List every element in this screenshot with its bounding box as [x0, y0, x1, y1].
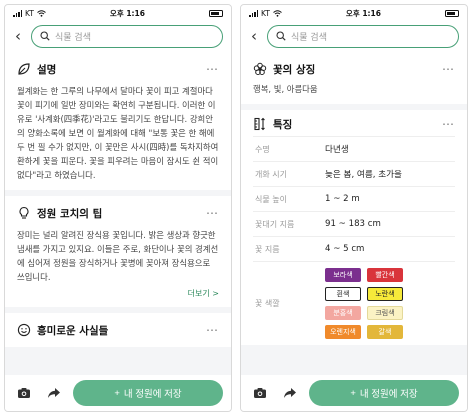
color-chip: 보라색 — [325, 268, 361, 282]
save-to-garden-button[interactable]: + 내 정원에 저장 — [73, 380, 223, 406]
search-input[interactable]: 식물 검색 — [267, 24, 459, 48]
clock: 오후 1:16 — [109, 9, 145, 18]
tips-text: 장미는 널리 알려진 장식용 꽃입니다. 밝은 생상과 향긋한 냄새를 가지고 … — [17, 230, 219, 282]
save-button-label: 내 정원에 저장 — [359, 389, 418, 400]
status-bar: KT 오후 1:16 — [5, 5, 231, 22]
facts-card: 흥미로운 사실들 ⋯ — [5, 313, 231, 347]
flower-icon — [253, 62, 267, 75]
color-chip: 갈색 — [367, 325, 403, 339]
color-chip: 노란색 — [367, 287, 403, 301]
ruler-icon — [254, 117, 265, 131]
tips-card: 정원 코치의 팁 ⋯ 장미는 널리 알려진 장식용 꽃입니다. 밝은 생상과 향… — [5, 196, 231, 307]
trait-key: 꽃 색깔 — [255, 299, 280, 308]
trait-row-colors: 꽃 색깔 보라색 빨간색흰색 노란색분홍색 크림색오렌지색 갈색 — [253, 261, 455, 345]
trait-value: 4 ~ 5 cm — [325, 244, 365, 254]
plus-icon: + — [114, 387, 120, 399]
content-scroll[interactable]: 설명 ⋯ 월계화는 한 그루의 나무에서 달마다 꽃이 피고 계절마다 꽃이 피… — [5, 50, 231, 375]
tips-title: 정원 코치의 팁 — [37, 207, 103, 220]
more-options-icon[interactable]: ⋯ — [442, 118, 455, 130]
trait-value: 늦은 봄, 여름, 초가을 — [325, 170, 402, 180]
save-button-label: 내 정원에 저장 — [123, 389, 182, 400]
traits-card: 특징 ⋯ 수명 다년생개화 시기 늦은 봄, 여름, 초가을식물 높이 1 ~ 2 m… — [241, 110, 467, 345]
color-chip: 분홍색 — [325, 306, 361, 320]
trait-key: 꽃 지름 — [255, 244, 280, 254]
signal-icon — [13, 10, 22, 17]
clock: 오후 1:16 — [345, 9, 381, 18]
trait-value: 1 ~ 2 m — [325, 194, 360, 204]
trait-value: 다년생 — [325, 145, 349, 155]
more-options-icon[interactable]: ⋯ — [442, 63, 455, 75]
save-to-garden-button[interactable]: + 내 정원에 저장 — [309, 380, 459, 406]
color-chip: 흰색 — [325, 287, 361, 301]
traits-table: 수명 다년생개화 시기 늦은 봄, 여름, 초가을식물 높이 1 ~ 2 m 꽃대기 지… — [253, 136, 455, 261]
more-options-icon[interactable]: ⋯ — [206, 207, 219, 219]
color-chip: 크림색 — [367, 306, 403, 320]
battery-icon — [209, 10, 223, 17]
bottom-bar: + 내 정원에 저장 — [241, 375, 467, 411]
more-options-icon[interactable]: ⋯ — [206, 324, 219, 336]
leaf-icon — [18, 63, 30, 75]
back-chevron-icon[interactable]: ‹ — [247, 28, 261, 44]
color-chip: 빨간색 — [367, 268, 403, 282]
bottom-bar: + 내 정원에 저장 — [5, 375, 231, 411]
description-text: 월계화는 한 그루의 나무에서 달마다 꽃이 피고 계절마다 꽃이 피기에 일반… — [17, 86, 219, 180]
search-placeholder: 식물 검색 — [55, 32, 91, 43]
trait-key: 식물 높이 — [255, 194, 287, 204]
top-bar: ‹ 식물 검색 — [241, 22, 467, 50]
facts-title: 흥미로운 사실들 — [37, 324, 109, 337]
share-icon[interactable] — [279, 382, 301, 404]
search-placeholder: 식물 검색 — [291, 32, 327, 43]
description-title: 설명 — [37, 63, 57, 76]
smiley-icon — [17, 323, 31, 337]
carrier-label: KT — [25, 9, 34, 18]
symbol-title: 꽃의 상징 — [273, 63, 316, 76]
trait-value: 91 ~ 183 cm — [325, 219, 381, 229]
phone-screen-right: KT 오후 1:16 ‹ 식물 검색 꽃의 상징 ⋯ 행복, 빛, 아름다움 특… — [240, 4, 468, 412]
camera-icon[interactable] — [249, 382, 271, 404]
description-card: 설명 ⋯ 월계화는 한 그루의 나무에서 달마다 꽃이 피고 계절마다 꽃이 피… — [5, 50, 231, 190]
phone-screen-left: KT 오후 1:16 ‹ 식물 검색 설명 ⋯ 월계화는 한 그루의 나무에서 … — [4, 4, 232, 412]
trait-key: 수명 — [255, 144, 270, 154]
search-icon — [276, 31, 286, 41]
signal-icon — [249, 10, 258, 17]
symbol-text: 행복, 빛, 아름다움 — [253, 84, 318, 94]
trait-key: 꽃대기 지름 — [255, 219, 295, 229]
color-chip: 오렌지색 — [325, 325, 361, 339]
read-more-link[interactable]: 더보기 > — [17, 288, 219, 299]
camera-icon[interactable] — [13, 382, 35, 404]
color-chip-grid: 보라색 빨간색흰색 노란색분홍색 크림색오렌지색 갈색 — [325, 262, 403, 345]
trait-row: 식물 높이 1 ~ 2 m — [253, 186, 455, 211]
symbol-card: 꽃의 상징 ⋯ 행복, 빛, 아름다움 — [241, 50, 467, 104]
back-chevron-icon[interactable]: ‹ — [11, 28, 25, 44]
trait-row: 수명 다년생 — [253, 136, 455, 161]
trait-row: 개화 시기 늦은 봄, 여름, 초가을 — [253, 161, 455, 186]
trait-row: 꽃대기 지름 91 ~ 183 cm — [253, 211, 455, 236]
top-bar: ‹ 식물 검색 — [5, 22, 231, 50]
share-icon[interactable] — [43, 382, 65, 404]
status-bar: KT 오후 1:16 — [241, 5, 467, 22]
wifi-icon — [273, 10, 282, 17]
plus-icon: + — [350, 387, 356, 399]
battery-icon — [445, 10, 459, 17]
traits-title: 특징 — [273, 118, 293, 131]
content-scroll[interactable]: 꽃의 상징 ⋯ 행복, 빛, 아름다움 특징 ⋯ 수명 다년생개화 시기 늦은 봄,… — [241, 50, 467, 375]
trait-row: 꽃 지름 4 ~ 5 cm — [253, 236, 455, 261]
trait-key: 개화 시기 — [255, 169, 287, 179]
lightbulb-icon — [19, 206, 29, 219]
search-icon — [40, 31, 50, 41]
wifi-icon — [37, 10, 46, 17]
search-input[interactable]: 식물 검색 — [31, 24, 223, 48]
more-options-icon[interactable]: ⋯ — [206, 63, 219, 75]
carrier-label: KT — [261, 9, 270, 18]
